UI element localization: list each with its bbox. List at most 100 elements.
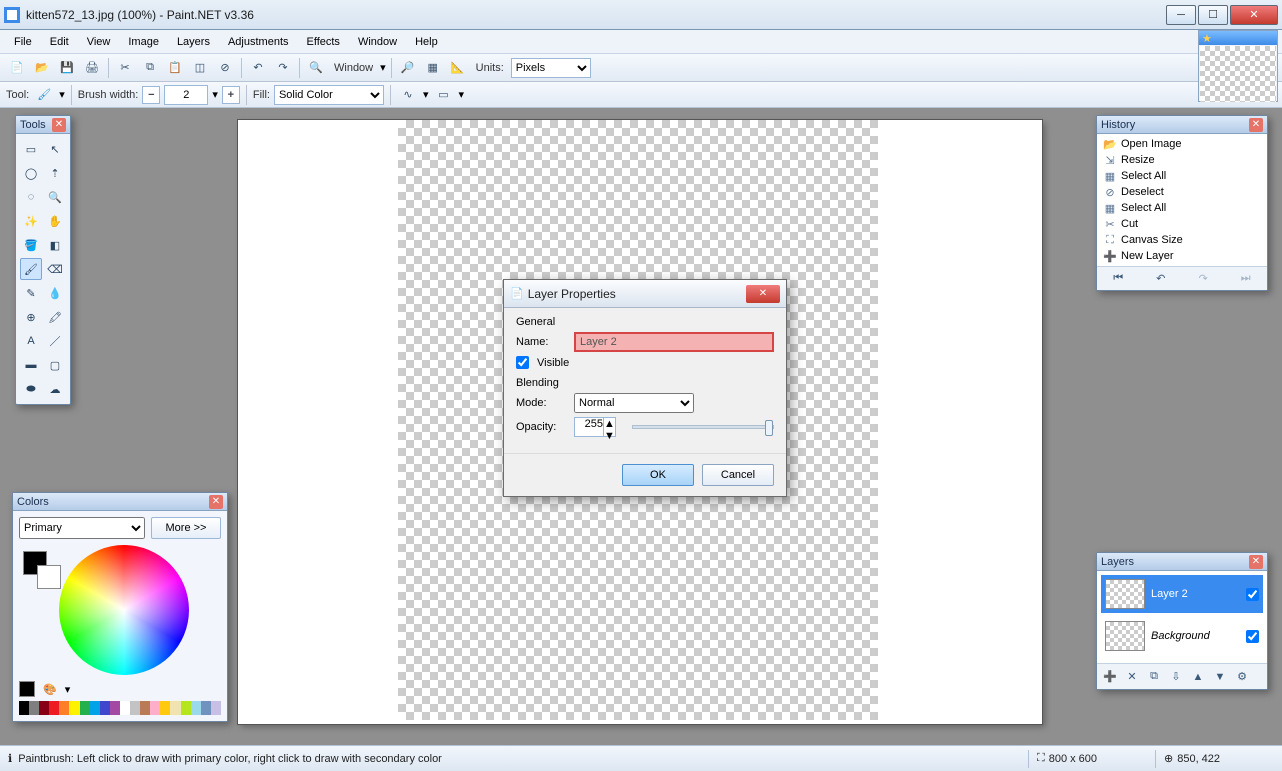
dialog-ok-button[interactable]: OK: [622, 464, 694, 486]
redo-icon[interactable]: ↷: [272, 57, 294, 79]
history-item[interactable]: ⇲Resize: [1097, 152, 1267, 168]
color-dropdown-icon[interactable]: ▾: [65, 683, 71, 696]
layer-visible-checkbox[interactable]: [516, 356, 529, 369]
secondary-color-swatch[interactable]: [37, 565, 61, 589]
rulers-icon[interactable]: 📐: [447, 57, 469, 79]
print-icon[interactable]: 🖨: [81, 57, 103, 79]
menu-layers[interactable]: Layers: [169, 33, 218, 51]
brush-width-input[interactable]: [164, 85, 208, 105]
layers-panel-close-icon[interactable]: ✕: [1249, 555, 1263, 569]
layer-up-icon[interactable]: ▲: [1189, 668, 1207, 686]
undo-icon[interactable]: ↶: [247, 57, 269, 79]
tool-dropdown-icon[interactable]: ▾: [59, 88, 65, 101]
history-item[interactable]: ⛶Canvas Size: [1097, 232, 1267, 248]
cut-icon[interactable]: ✂: [114, 57, 136, 79]
history-item[interactable]: ✂Cut: [1097, 216, 1267, 232]
history-fastforward-icon[interactable]: ⏭: [1237, 270, 1255, 288]
history-rewind-icon[interactable]: ⏮: [1109, 270, 1127, 288]
antialias-icon[interactable]: ∿: [397, 84, 419, 106]
grid-icon[interactable]: ▦: [422, 57, 444, 79]
menu-edit[interactable]: Edit: [42, 33, 77, 51]
units-select[interactable]: Pixels: [511, 58, 591, 78]
rounded-rect-tool[interactable]: ▢: [44, 354, 66, 376]
palette-swatch[interactable]: [150, 701, 160, 715]
rect-select-tool[interactable]: ▭: [20, 138, 42, 160]
close-button[interactable]: ✕: [1230, 5, 1278, 25]
palette-swatch[interactable]: [100, 701, 110, 715]
history-item[interactable]: 📂Open Image: [1097, 136, 1267, 152]
magic-wand-tool[interactable]: ✨: [20, 210, 42, 232]
paintbrush-tool[interactable]: 🖌: [20, 258, 42, 280]
palette-swatch[interactable]: [29, 701, 39, 715]
text-tool[interactable]: A: [20, 330, 42, 352]
crop-icon[interactable]: ◫: [189, 57, 211, 79]
zoom-actual-icon[interactable]: 🔎: [397, 57, 419, 79]
lasso-tool[interactable]: ◯: [20, 162, 42, 184]
palette-swatch[interactable]: [110, 701, 120, 715]
colors-panel-close-icon[interactable]: ✕: [209, 495, 223, 509]
blend-dropdown-icon[interactable]: ▾: [458, 88, 464, 101]
history-item[interactable]: ▦Select All: [1097, 168, 1267, 184]
move-selection-tool[interactable]: ⇡: [44, 162, 66, 184]
color-wheel[interactable]: [59, 545, 189, 675]
palette-swatch[interactable]: [211, 701, 221, 715]
antialias-dropdown-icon[interactable]: ▾: [423, 88, 429, 101]
recent-color-swatch[interactable]: [19, 681, 35, 697]
blend-mode-select[interactable]: Normal: [574, 393, 694, 413]
layer-visibility-checkbox[interactable]: [1246, 588, 1259, 601]
copy-icon[interactable]: ⧉: [139, 57, 161, 79]
palette-swatch[interactable]: [19, 701, 29, 715]
layer-properties-icon[interactable]: ⚙: [1233, 668, 1251, 686]
history-item[interactable]: ⊘Deselect: [1097, 184, 1267, 200]
dialog-cancel-button[interactable]: Cancel: [702, 464, 774, 486]
zoom-icon[interactable]: 🔍: [305, 57, 327, 79]
palette-swatch[interactable]: [140, 701, 150, 715]
palette-swatch[interactable]: [160, 701, 170, 715]
pencil-tool[interactable]: ✎: [20, 282, 42, 304]
blend-mode-icon[interactable]: ▭: [432, 84, 454, 106]
line-tool[interactable]: ／: [44, 330, 66, 352]
palette-swatch[interactable]: [49, 701, 59, 715]
minimize-button[interactable]: ─: [1166, 5, 1196, 25]
palette-swatch[interactable]: [181, 701, 191, 715]
layer-down-icon[interactable]: ▼: [1211, 668, 1229, 686]
layer-name-input[interactable]: [574, 332, 774, 352]
menu-adjustments[interactable]: Adjustments: [220, 33, 297, 51]
menu-window[interactable]: Window: [350, 33, 405, 51]
opacity-input[interactable]: 255 ▲▼: [574, 417, 616, 437]
history-undo-icon[interactable]: ↶: [1152, 270, 1170, 288]
freeform-tool[interactable]: ☁: [44, 378, 66, 400]
clone-stamp-tool[interactable]: ⊕: [20, 306, 42, 328]
palette-swatch[interactable]: [130, 701, 140, 715]
layer-merge-icon[interactable]: ⇩: [1167, 668, 1185, 686]
color-scope-select[interactable]: Primary: [19, 517, 145, 539]
colors-more-button[interactable]: More >>: [151, 517, 221, 539]
dialog-close-icon[interactable]: ✕: [746, 285, 780, 303]
palette-swatch[interactable]: [120, 701, 130, 715]
layer-add-icon[interactable]: ➕: [1101, 668, 1119, 686]
color-palette[interactable]: [19, 701, 221, 715]
history-redo-icon[interactable]: ↷: [1194, 270, 1212, 288]
zoom-dropdown-icon[interactable]: ▾: [380, 61, 386, 74]
layer-row[interactable]: Layer 2: [1101, 575, 1263, 613]
fill-select[interactable]: Solid Color: [274, 85, 384, 105]
add-color-icon[interactable]: 🎨: [43, 683, 57, 696]
maximize-button[interactable]: ☐: [1198, 5, 1228, 25]
ellipse-select-tool[interactable]: ◌: [20, 186, 42, 208]
paint-bucket-tool[interactable]: 🪣: [20, 234, 42, 256]
new-file-icon[interactable]: 📄: [6, 57, 28, 79]
ellipse-tool[interactable]: ⬬: [20, 378, 42, 400]
current-tool-brush-icon[interactable]: 🖌: [33, 84, 55, 106]
history-item[interactable]: ➕New Layer: [1097, 248, 1267, 264]
menu-file[interactable]: File: [6, 33, 40, 51]
palette-swatch[interactable]: [80, 701, 90, 715]
deselect-icon[interactable]: ⊘: [214, 57, 236, 79]
move-tool[interactable]: ↖: [44, 138, 66, 160]
palette-swatch[interactable]: [90, 701, 100, 715]
zoom-tool[interactable]: 🔍: [44, 186, 66, 208]
recolor-tool[interactable]: 🖍: [44, 306, 66, 328]
gradient-tool[interactable]: ◧: [44, 234, 66, 256]
eraser-tool[interactable]: ⌫: [44, 258, 66, 280]
palette-swatch[interactable]: [170, 701, 180, 715]
palette-swatch[interactable]: [69, 701, 79, 715]
